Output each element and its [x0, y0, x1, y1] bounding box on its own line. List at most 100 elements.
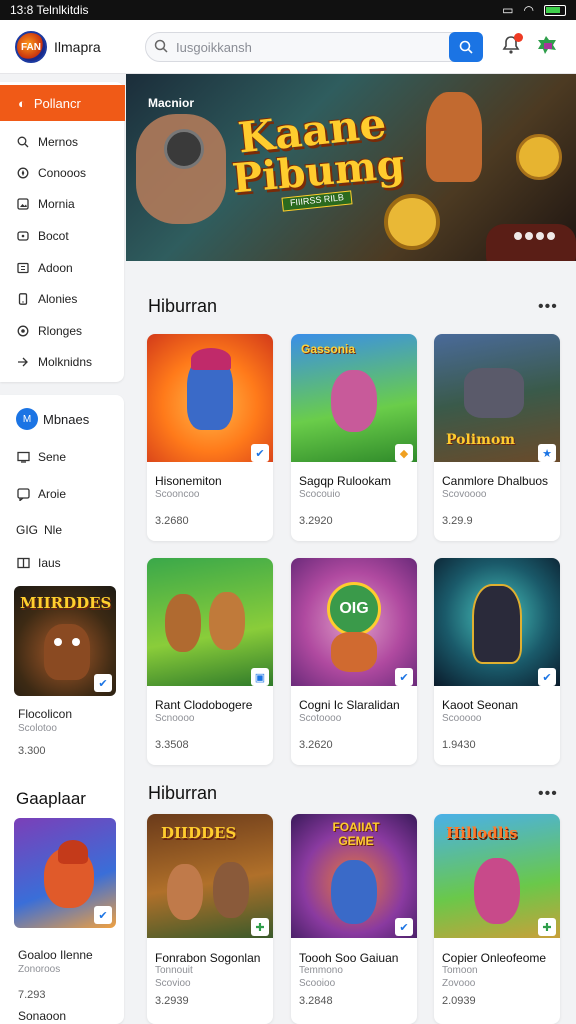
game-card[interactable]: DIIDDES ✚ Fonrabon Sogonlan Tonnouit Sco… [147, 814, 273, 1024]
game-card[interactable]: Polimom ★ Canmlore Dhalbuos Scovoooo 3.2… [434, 334, 560, 541]
game-title: Fonrabon Sogonlan [155, 951, 261, 965]
game-card[interactable]: FOAIIAT GEME ✔ Toooh Soo Gaiuan Temmono … [291, 814, 417, 1024]
puzzle-icon: ✚ [251, 918, 269, 936]
sidebar-item-active[interactable]: ◐ Pollancr [0, 85, 125, 121]
sidebar-link-label: Nle [44, 523, 63, 537]
game-thumbnail [147, 558, 273, 686]
more-options-icon[interactable]: ••• [538, 298, 558, 316]
sidebar-link-2[interactable]: GIG Nle [16, 520, 124, 540]
carousel-dot[interactable] [536, 232, 544, 240]
game-thumbnail [147, 334, 273, 462]
cast-icon: ▭ [502, 3, 514, 17]
game-subtitle: Temmono [299, 965, 343, 976]
game-art-text: DIIDDES [161, 824, 237, 842]
game-price: 3.29.9 [442, 515, 473, 527]
sidebar-link-label: Iaus [38, 556, 61, 570]
carousel-dot[interactable] [525, 232, 533, 240]
banner-label: Macnior [148, 96, 195, 110]
sidebar-item-2[interactable]: Mornia [16, 194, 124, 214]
search-icon [459, 40, 473, 54]
sidebar-featured2-title: Goaloo Ilenne [18, 948, 93, 962]
game-card[interactable]: ▣ Rant Clodobogere Scnoooo 3.3508 [147, 558, 273, 765]
more-options-icon[interactable]: ••• [538, 785, 558, 803]
phone-icon [16, 292, 30, 306]
search-button[interactable] [449, 32, 483, 62]
sidebar-item-label: Molknidns [38, 355, 93, 369]
sidebar-item-5[interactable]: Alonies [16, 289, 124, 309]
monitor-icon [16, 450, 30, 464]
section-title: Hiburran [148, 783, 218, 803]
game-subtitle-2: Scovioo [155, 978, 191, 989]
sidebar-featured-title: Flocolicon [18, 707, 73, 721]
chat-icon [16, 487, 30, 501]
game-subtitle-2: Scooioo [299, 978, 336, 989]
sidebar-link-prefix: GIG [16, 523, 39, 537]
game-title: Canmlore Dhalbuos [442, 474, 549, 488]
badge-icon: ✔ [395, 918, 413, 936]
puzzle-icon: ✚ [538, 918, 556, 936]
character-art [472, 584, 522, 664]
sidebar-featured2-image[interactable]: ✔ [14, 818, 116, 928]
game-card[interactable]: OIG ✔ Cogni Ic Slaralidan Scotoooo 3.262… [291, 558, 417, 765]
character-eye [72, 638, 80, 646]
sidebar-link-label: Sene [38, 450, 67, 464]
game-title: Sagqp Rulookam [299, 474, 392, 488]
character-hat [191, 348, 231, 370]
sidebar-link-0[interactable]: Sene [16, 447, 124, 467]
game-thumbnail: Gassonia [291, 334, 417, 462]
sidebar-item-1[interactable]: Conooos [16, 163, 124, 183]
badge-icon: ◆ [395, 444, 413, 462]
character-art [165, 594, 201, 652]
sidebar-item-4[interactable]: Adoon [16, 258, 124, 278]
sidebar-link-label: Aroie [38, 487, 67, 501]
character-art [331, 632, 377, 672]
search-placeholder: Iusgoikkansh [176, 40, 252, 55]
sidebar-featured-price: 3.300 [18, 745, 46, 757]
game-subtitle: Scooooo [442, 713, 482, 724]
game-card[interactable]: ✔ Hisonemiton Scooncoo 3.2680 [147, 334, 273, 541]
game-card[interactable]: ✔ Kaoot Seonan Scooooo 1.9430 [434, 558, 560, 765]
game-subtitle: Scnoooo [155, 713, 195, 724]
coin-art [384, 194, 440, 250]
game-art-text: OIG [327, 582, 381, 636]
sidebar-item-6[interactable]: Rlonges [16, 321, 124, 341]
game-title: Rant Clodobogere [155, 698, 253, 712]
puzzle-icon[interactable] [536, 34, 560, 56]
search-input[interactable]: Iusgoikkansh [145, 32, 483, 62]
game-art-text: Gassonia [301, 342, 356, 356]
sidebar-link-3[interactable]: Iaus [16, 553, 124, 573]
game-title: Hisonemiton [155, 474, 222, 488]
game-card[interactable]: Hillodlis ✚ Copier Onleofeome Tomoon Zov… [434, 814, 560, 1024]
game-price: 1.9430 [442, 739, 476, 751]
game-title: Kaoot Seonan [442, 698, 519, 712]
controller-art [486, 224, 576, 261]
section-title: Hiburran [148, 296, 218, 316]
game-price: 2.0939 [442, 995, 476, 1007]
sidebar-link-1[interactable]: Aroie [16, 484, 124, 504]
sidebar-item-7[interactable]: Molknidns [16, 352, 124, 372]
app-logo[interactable]: FAN [15, 31, 47, 63]
game-price: 3.2939 [155, 995, 189, 1007]
sidebar-item-0[interactable]: Mernos [16, 132, 124, 152]
game-price: 3.2620 [299, 739, 333, 751]
target-icon [16, 324, 30, 338]
sidebar-item-3[interactable]: Bocot [16, 226, 124, 246]
sidebar-featured2-sub: Zonoroos [18, 964, 61, 975]
avatar[interactable]: M [16, 408, 38, 430]
sidebar-item-label: Bocot [38, 229, 69, 243]
verified-icon: ✔ [94, 906, 112, 924]
game-art-text: Hillodlis [446, 824, 518, 842]
coin-art [516, 134, 562, 180]
game-price: 3.3508 [155, 739, 189, 751]
character-art [167, 864, 203, 920]
battery-icon [544, 4, 566, 16]
character-art [474, 858, 520, 924]
sidebar-featured2-price: 7.293 [18, 989, 46, 1001]
carousel-dot[interactable] [547, 232, 555, 240]
carousel-dot[interactable] [514, 232, 522, 240]
game-card[interactable]: Gassonia ◆ Sagqp Rulookam Scocouio 3.292… [291, 334, 417, 541]
game-subtitle: Tomoon [442, 965, 478, 976]
search-icon [154, 39, 168, 53]
wifi-icon: ◠ [523, 3, 534, 17]
sidebar-featured-image[interactable]: MIIRDDES ✔ [14, 586, 116, 696]
